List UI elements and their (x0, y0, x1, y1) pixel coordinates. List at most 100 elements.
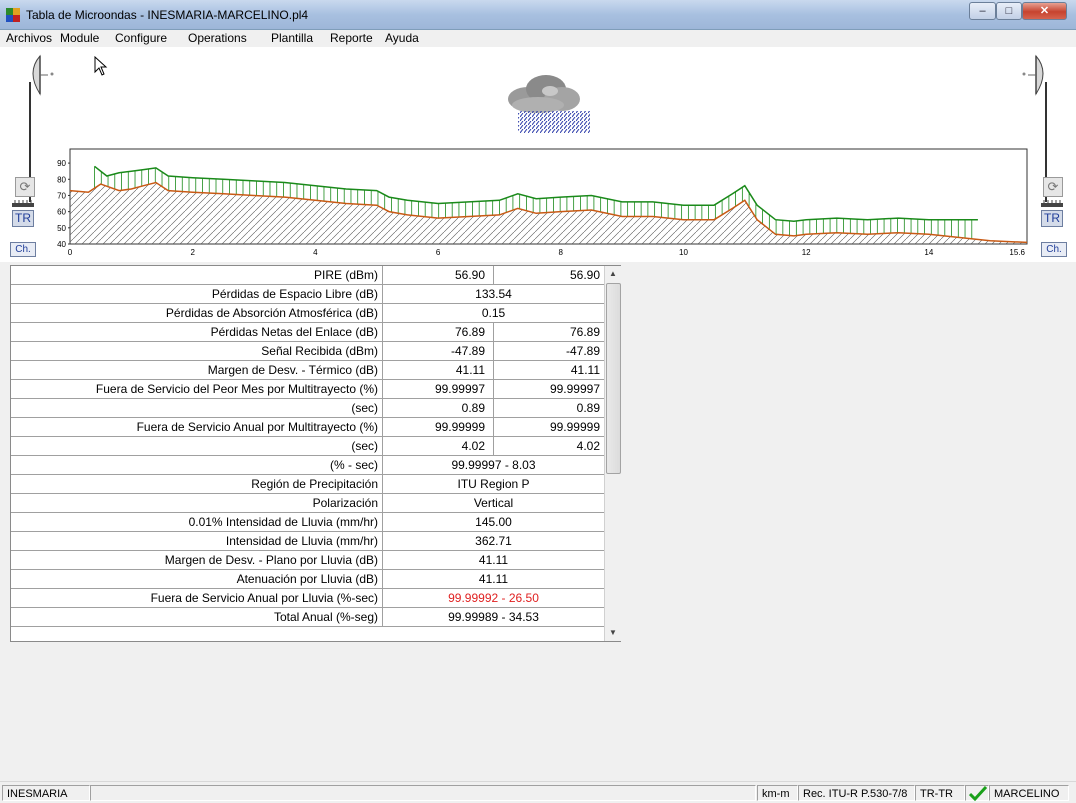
vertical-scrollbar[interactable]: ▲ ▼ (604, 266, 621, 641)
menu-archivos[interactable]: Archivos (3, 31, 55, 45)
window-title: Tabla de Microondas - INESMARIA-MARCELIN… (26, 8, 309, 22)
x-tick-label: 14 (924, 248, 933, 257)
menu-plantilla[interactable]: Plantilla (268, 31, 316, 45)
right-ch-button[interactable]: Ch. (1041, 242, 1067, 257)
row-value-site-a: -47.89 (383, 342, 494, 360)
y-tick-label: 70 (57, 191, 66, 200)
row-label: Señal Recibida (dBm) (11, 342, 383, 360)
status-units: km-m (757, 785, 798, 801)
table-row[interactable]: Fuera de Servicio del Peor Mes por Multi… (11, 380, 604, 399)
table-row[interactable]: 0.01% Intensidad de Lluvia (mm/hr) 145.00 (11, 513, 604, 532)
row-label: Polarización (11, 494, 383, 512)
left-refresh-button[interactable]: ⟳ (15, 177, 35, 197)
table-row[interactable]: Intensidad de Lluvia (mm/hr) 362.71 (11, 532, 604, 551)
scroll-thumb[interactable] (606, 283, 621, 474)
table-row[interactable]: Polarización Vertical (11, 494, 604, 513)
table-row[interactable]: Pérdidas de Espacio Libre (dB) 133.54 (11, 285, 604, 304)
menu-configure[interactable]: Configure (112, 31, 170, 45)
row-label: Fuera de Servicio Anual por Lluvia (%-se… (11, 589, 383, 607)
row-value-site-b: 4.02 (576, 439, 600, 453)
table-row[interactable]: Margen de Desv. - Térmico (dB) 41.11 41.11 (11, 361, 604, 380)
row-label: Pérdidas de Espacio Libre (dB) (11, 285, 383, 303)
table-row[interactable]: Fuera de Servicio Anual por Multitrayect… (11, 418, 604, 437)
scroll-up-icon[interactable]: ▲ (605, 266, 621, 282)
maximize-button[interactable]: □ (996, 2, 1022, 20)
row-value-site-a: 56.90 (383, 266, 494, 284)
status-site-right: MARCELINO (989, 785, 1069, 801)
title-bar[interactable]: Tabla de Microondas - INESMARIA-MARCELIN… (0, 0, 1076, 30)
table-row[interactable]: Pérdidas Netas del Enlace (dB) 76.89 76.89 (11, 323, 604, 342)
menu-reporte[interactable]: Reporte (327, 31, 376, 45)
row-value: 145.00 (475, 515, 512, 529)
row-value-site-b: 0.89 (576, 401, 600, 415)
table-row[interactable]: Pérdidas de Absorción Atmosférica (dB) 0.… (11, 304, 604, 323)
menu-operations[interactable]: Operations (185, 31, 250, 45)
row-label: (sec) (11, 399, 383, 417)
row-label: Intensidad de Lluvia (mm/hr) (11, 532, 383, 550)
y-tick-label: 50 (57, 224, 66, 233)
row-value: 41.11 (478, 553, 509, 567)
right-refresh-button[interactable]: ⟳ (1043, 177, 1063, 197)
check-icon (969, 786, 987, 801)
table-row[interactable]: PIRE (dBm) 56.90 56.90 (11, 266, 604, 285)
status-site-left: INESMARIA (2, 785, 90, 801)
table-row[interactable]: Fuera de Servicio Anual por Lluvia (%-se… (11, 589, 604, 608)
close-button[interactable]: ✕ (1022, 2, 1067, 20)
table-row[interactable]: Margen de Desv. - Plano por Lluvia (dB) 4… (11, 551, 604, 570)
table-row[interactable]: (% - sec) 99.99997 - 8.03 (11, 456, 604, 475)
row-value-site-a: 76.89 (383, 323, 494, 341)
row-value-site-b: -47.89 (565, 344, 600, 358)
table-row[interactable]: (sec) 4.02 4.02 (11, 437, 604, 456)
row-label: 0.01% Intensidad de Lluvia (mm/hr) (11, 513, 383, 531)
y-tick-label: 90 (57, 159, 66, 168)
row-value-site-b: 99.99999 (549, 420, 600, 434)
right-waveguide-icon (1041, 200, 1063, 207)
menu-ayuda[interactable]: Ayuda (382, 31, 422, 45)
menu-bar: Archivos Module Configure Operations Pla… (0, 30, 1076, 47)
status-mode: TR-TR (915, 785, 965, 801)
scroll-down-icon[interactable]: ▼ (605, 625, 621, 641)
app-icon (6, 8, 20, 22)
row-label: (% - sec) (11, 456, 383, 474)
left-waveguide-icon (12, 200, 34, 207)
results-table[interactable]: PIRE (dBm) 56.90 56.90 Pérdidas de Espacio … (10, 265, 621, 642)
x-tick-label: 4 (313, 248, 318, 257)
row-value-site-a: 99.99999 (383, 418, 494, 436)
right-tr-button[interactable]: TR (1041, 210, 1063, 227)
row-label: Atenuación por Lluvia (dB) (11, 570, 383, 588)
menu-module[interactable]: Module (57, 31, 102, 45)
mouse-cursor-icon (94, 56, 108, 76)
table-row[interactable]: Señal Recibida (dBm) -47.89 -47.89 (11, 342, 604, 361)
row-value-site-a: 0.89 (383, 399, 494, 417)
row-value-site-b: 41.11 (570, 363, 600, 377)
row-value: 133.54 (475, 287, 512, 301)
row-value-site-a: 99.99997 (383, 380, 494, 398)
x-axis-ticks: 0 2 4 6 8 10 12 14 15.6 (68, 248, 1026, 257)
row-label: (sec) (11, 437, 383, 455)
table-row[interactable]: (sec) 0.89 0.89 (11, 399, 604, 418)
row-label: PIRE (dBm) (11, 266, 383, 284)
table-row[interactable]: Total Anual (%-seg) 99.99989 - 34.53 (11, 608, 604, 627)
status-check (965, 785, 989, 801)
row-label: Pérdidas de Absorción Atmosférica (dB) (11, 304, 383, 322)
row-value-site-b: 99.99997 (549, 382, 600, 396)
row-label: Total Anual (%-seg) (11, 608, 383, 626)
y-tick-label: 60 (57, 208, 66, 217)
rain-cloud-icon (508, 75, 590, 133)
row-label: Fuera de Servicio del Peor Mes por Multi… (11, 380, 383, 398)
x-tick-label: 6 (436, 248, 441, 257)
terrain-profile-chart: 90 80 70 60 50 40 0 2 4 6 8 10 12 14 15.6 (57, 148, 1028, 257)
x-tick-label: 12 (802, 248, 811, 257)
row-value-site-a: 4.02 (383, 437, 494, 455)
minimize-button[interactable]: – (969, 2, 996, 20)
table-row[interactable]: Atenuación por Lluvia (dB) 41.11 (11, 570, 604, 589)
table-row[interactable]: Región de Precipitación ITU Region P (11, 475, 604, 494)
left-ch-button[interactable]: Ch. (10, 242, 36, 257)
row-value: 362.71 (475, 534, 512, 548)
left-tr-button[interactable]: TR (12, 210, 34, 227)
row-value-site-b: 76.89 (569, 325, 600, 339)
row-value: 99.99997 - 8.03 (451, 458, 536, 472)
x-tick-label: 8 (559, 248, 564, 257)
status-method: Rec. ITU-R P.530-7/8 (798, 785, 915, 801)
profile-canvas[interactable]: 90 80 70 60 50 40 0 2 4 6 8 10 12 14 15.6 ⟳ TR Ch. ⟳ … (0, 47, 1076, 262)
